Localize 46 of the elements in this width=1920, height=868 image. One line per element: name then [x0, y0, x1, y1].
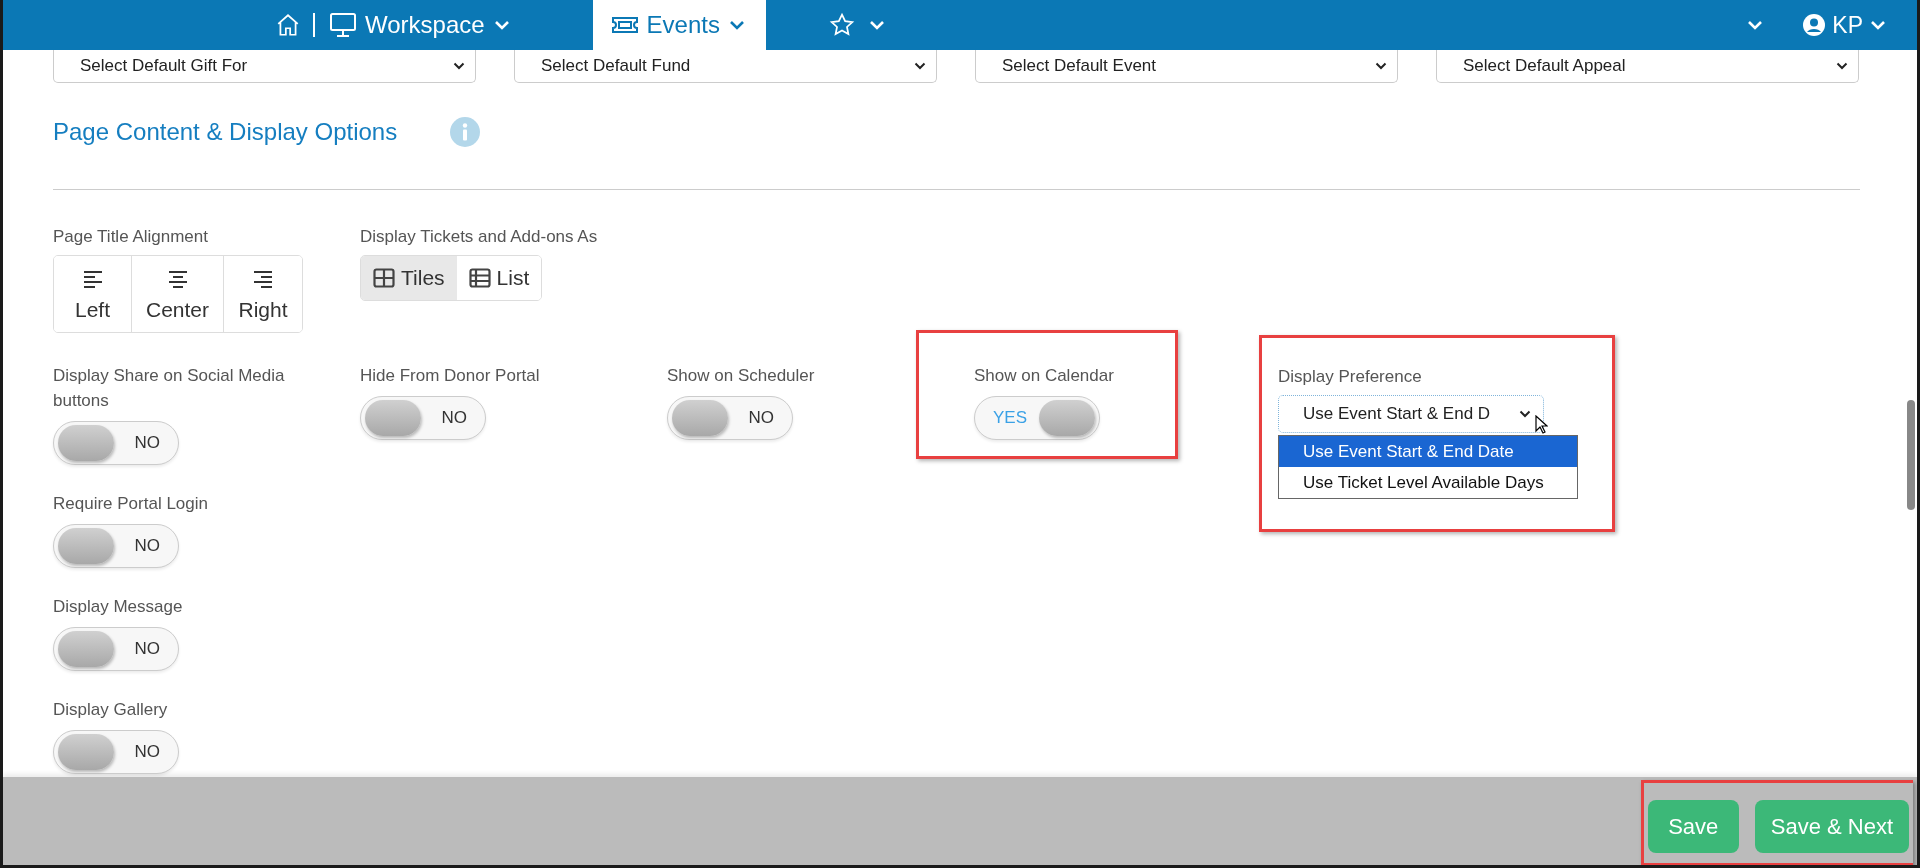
ticket-icon	[610, 14, 639, 36]
field-label: Require Portal Login	[53, 493, 209, 515]
view-toggle-button[interactable]: Tiles	[361, 256, 457, 300]
select-field[interactable]: Select Default Appeal	[1436, 50, 1859, 83]
field-label: Page Title Alignment	[53, 226, 209, 248]
field-label: Show on Scheduler	[667, 365, 816, 387]
align-icon	[82, 270, 103, 288]
cursor-icon	[1535, 415, 1548, 434]
grid-icon	[373, 268, 395, 288]
chevron-down-icon	[1836, 62, 1848, 70]
toggle-switch[interactable]: NO	[53, 524, 179, 568]
toggle-switch[interactable]: NO	[667, 396, 793, 440]
field-label: Display Share on Social Media buttons	[53, 365, 286, 412]
field-label: Display Tickets and Add-ons As	[360, 226, 599, 248]
chevron-down-icon	[1869, 19, 1887, 31]
toggle-switch[interactable]: NO	[53, 730, 179, 774]
field-label: Hide From Donor Portal	[360, 365, 541, 387]
scrollbar-thumb[interactable]	[1907, 400, 1915, 510]
select-field[interactable]: Select Default Fund	[514, 50, 937, 83]
field-label: Display Gallery	[53, 699, 169, 721]
dropdown-option[interactable]: Use Event Start & End Date	[1279, 436, 1577, 467]
table-icon	[468, 268, 491, 288]
field-label: Display Message	[53, 596, 184, 618]
toggle-switch[interactable]: NO	[53, 627, 179, 671]
nav-tab[interactable]: Workspace	[321, 0, 529, 50]
alignment-button[interactable]: Left	[54, 256, 132, 332]
monitor-icon	[329, 12, 357, 38]
align-icon	[167, 270, 188, 288]
select-field[interactable]: Select Default Event	[975, 50, 1398, 83]
user-menu[interactable]: KP	[1796, 10, 1893, 40]
chevron-down-icon	[1519, 410, 1531, 418]
chevron-down-icon	[1375, 62, 1387, 70]
dropdown-option[interactable]: Use Ticket Level Available Days	[1279, 467, 1577, 498]
chevron-down-icon	[728, 19, 746, 31]
field-label: Show on Calendar	[974, 365, 1115, 387]
align-icon	[253, 270, 274, 288]
section-title: Page Content & Display Options	[53, 118, 398, 146]
chevron-down-icon	[914, 62, 926, 70]
toggle-switch[interactable]: NO	[360, 396, 486, 440]
field-label: Display Preference	[1278, 366, 1423, 388]
toggle-switch[interactable]: NO	[53, 421, 179, 465]
chevron-down-icon	[453, 62, 465, 70]
user-avatar-icon	[1802, 13, 1827, 37]
nav-tab[interactable]: Events	[592, 0, 766, 50]
select-field[interactable]: Select Default Gift For	[53, 50, 476, 83]
chevron-down-icon	[492, 19, 511, 31]
